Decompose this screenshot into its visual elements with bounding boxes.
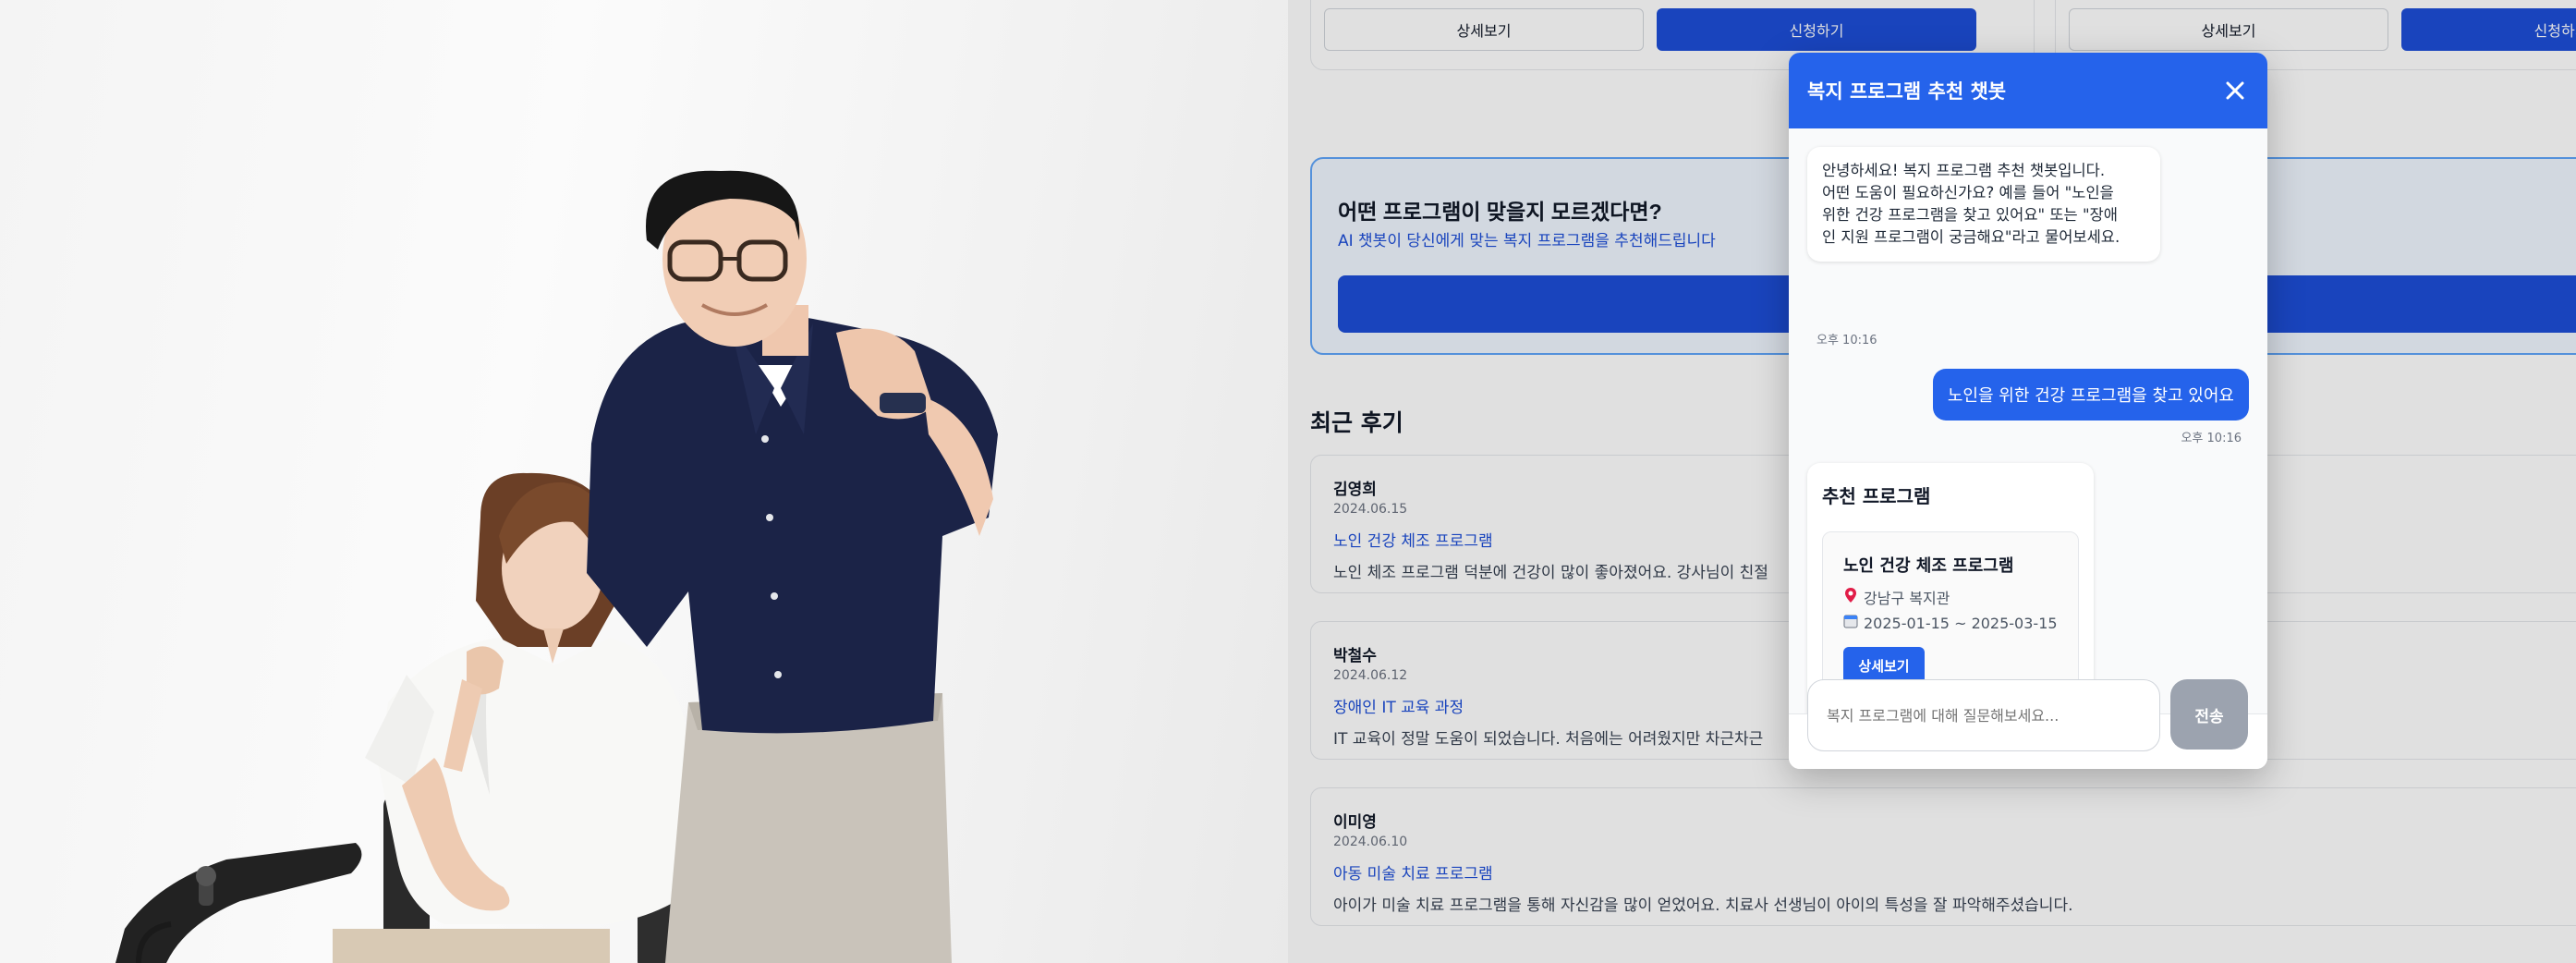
user-message-time: 오후 10:16 bbox=[2181, 432, 2242, 445]
program-location-row: 강남구 복지관 bbox=[1843, 586, 1950, 608]
bot-message: 안녕하세요! 복지 프로그램 추천 챗봇입니다. 어떤 도움이 필요하신가요? … bbox=[1807, 147, 2160, 262]
welfare-app-screen: 상세보기 신청하기 상세보기 신청하기 어떤 프로그램이 맞을지 모르겠다면? … bbox=[1288, 0, 2576, 963]
chatbot-header: 복지 프로그램 추천 챗봇 bbox=[1789, 53, 2267, 128]
photo-panel bbox=[0, 0, 1288, 963]
chat-messages: 안녕하세요! 복지 프로그램 추천 챗봇입니다. 어떤 도움이 필요하신가요? … bbox=[1789, 128, 2267, 713]
chatbot-title: 복지 프로그램 추천 챗봇 bbox=[1807, 80, 2007, 103]
program-details-button[interactable]: 상세보기 bbox=[1843, 647, 1925, 684]
people-photo bbox=[115, 170, 998, 963]
program-name: 노인 건강 체조 프로그램 bbox=[1843, 556, 2014, 576]
recommendation-card: 추천 프로그램 노인 건강 체조 프로그램 강남구 복지관 2025-01-15… bbox=[1807, 463, 2094, 713]
bot-message-time: 오후 10:16 bbox=[1817, 334, 1877, 347]
bot-message-line: 위한 건강 프로그램을 찾고 있어요" 또는 "장애 bbox=[1822, 206, 2118, 224]
chatbot-modal: 복지 프로그램 추천 챗봇 안녕하세요! 복지 프로그램 추천 챗봇입니다. 어… bbox=[1789, 53, 2267, 769]
user-message: 노인을 위한 건강 프로그램을 찾고 있어요 bbox=[1932, 369, 2249, 421]
program-location: 강남구 복지관 bbox=[1864, 590, 1950, 607]
bot-message-line: 어떤 도움이 필요하신가요? 예를 들어 "노인을 bbox=[1822, 184, 2114, 201]
close-icon[interactable] bbox=[2219, 75, 2251, 106]
send-button[interactable]: 전송 bbox=[2170, 679, 2248, 750]
recommendation-title: 추천 프로그램 bbox=[1822, 485, 1931, 507]
bot-message-line: 인 지원 프로그램이 궁금해요"라고 물어보세요. bbox=[1822, 228, 2120, 246]
program-period: 2025-01-15 ~ 2025-03-15 bbox=[1864, 614, 2058, 632]
chat-input[interactable] bbox=[1807, 679, 2160, 751]
bot-message-line: 안녕하세요! 복지 프로그램 추천 챗봇입니다. bbox=[1822, 162, 2106, 179]
pin-icon bbox=[1843, 587, 1858, 607]
calendar-icon bbox=[1843, 614, 1858, 632]
program-period-row: 2025-01-15 ~ 2025-03-15 bbox=[1843, 614, 2058, 632]
